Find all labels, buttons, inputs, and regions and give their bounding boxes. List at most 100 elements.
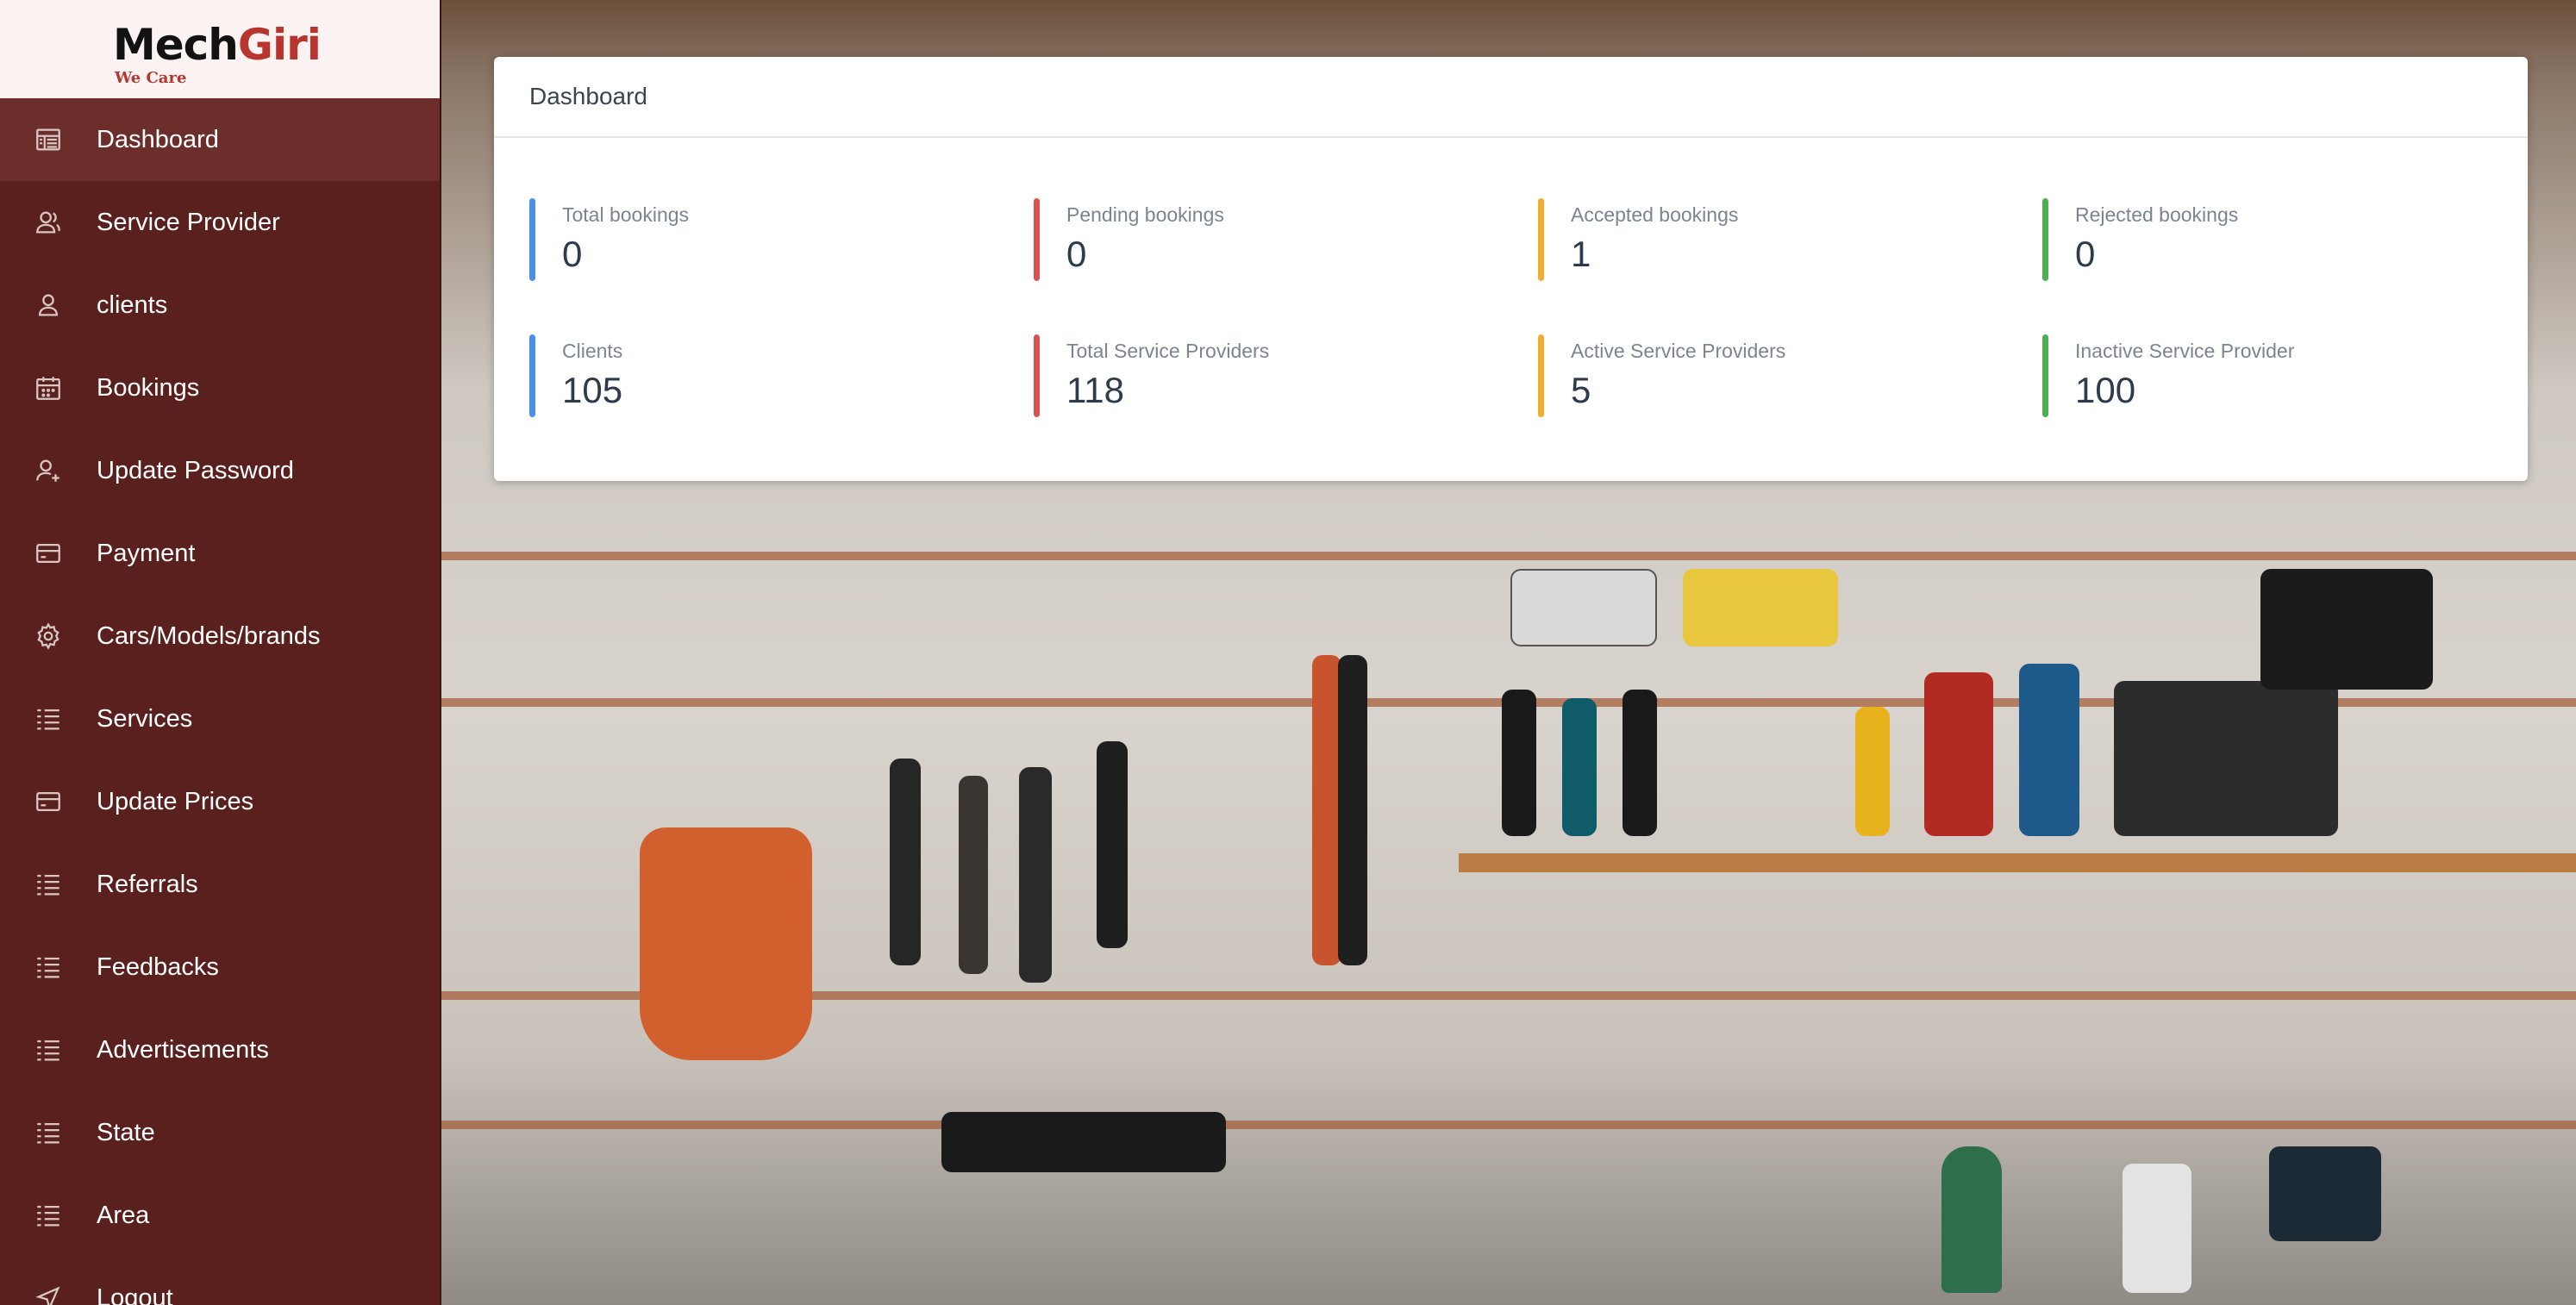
brand-tagline: We Care <box>115 69 187 87</box>
sidebar-item-label: Dashboard <box>97 125 219 153</box>
background-red-toolbox <box>1924 672 1993 836</box>
list-icon <box>33 1117 64 1148</box>
sidebar-item-label: Logout <box>97 1283 173 1305</box>
sidebar-item-dashboard[interactable]: Dashboard <box>0 98 440 181</box>
background-magnet-bar <box>941 1112 1226 1172</box>
sidebar-item-area[interactable]: Area <box>0 1174 440 1257</box>
dashboard-icon <box>33 124 64 155</box>
background-screwdriver <box>1502 690 1536 836</box>
sidebar-item-feedbacks[interactable]: Feedbacks <box>0 926 440 1008</box>
background-green-bottle <box>1941 1146 2002 1293</box>
credit-card-icon <box>33 538 64 569</box>
users-icon <box>33 207 64 238</box>
dashboard-card: Dashboard Total bookings 0 Pending booki… <box>494 57 2528 481</box>
stat-value: 1 <box>1571 234 1591 274</box>
background-black-pliers <box>1338 655 1367 965</box>
sidebar-item-label: Cars/Models/brands <box>97 621 321 650</box>
stat-value: 0 <box>1066 234 1087 274</box>
stat-accent-bar <box>529 198 535 281</box>
sidebar-item-services[interactable]: Services <box>0 677 440 760</box>
stat-accent-bar <box>1538 198 1544 281</box>
sidebar-item-clients[interactable]: clients <box>0 264 440 347</box>
background-tool-rack <box>2114 681 2338 836</box>
background-shelf-line <box>441 552 2576 560</box>
background-blue-tool <box>2019 664 2079 836</box>
sidebar-item-advertisements[interactable]: Advertisements <box>0 1008 440 1091</box>
stat-value: 105 <box>562 370 623 410</box>
sidebar-item-label: Bookings <box>97 373 200 402</box>
sidebar-nav: Dashboard Service Provider clients Booki… <box>0 98 440 1305</box>
sidebar-item-label: Update Prices <box>97 787 254 815</box>
brand-name: MechGiri <box>113 20 322 70</box>
calendar-icon <box>33 372 64 403</box>
background-tool-handle <box>1097 741 1128 948</box>
stat-accent-bar <box>1538 334 1544 417</box>
sidebar-item-logout[interactable]: Logout <box>0 1257 440 1305</box>
user-icon <box>33 290 64 321</box>
background-picture <box>2269 1146 2381 1241</box>
stat-label: Inactive Service Provider <box>2075 340 2295 362</box>
stat-label: Rejected bookings <box>2075 203 2239 226</box>
sidebar-item-label: Update Password <box>97 456 294 484</box>
background-orange-bucket <box>640 827 812 1060</box>
list-icon <box>33 1200 64 1231</box>
sidebar-item-bookings[interactable]: Bookings <box>0 347 440 429</box>
background-tool-handle <box>1019 767 1052 983</box>
list-icon <box>33 952 64 983</box>
list-icon <box>33 869 64 900</box>
sidebar-item-payment[interactable]: Payment <box>0 512 440 595</box>
stat-value: 5 <box>1571 370 1591 410</box>
brand-logo[interactable]: MechGiri We Care <box>0 0 440 98</box>
sidebar-item-update-password[interactable]: Update Password <box>0 429 440 512</box>
sidebar: MechGiri We Care Dashboard Service Provi… <box>0 0 441 1305</box>
stat-inactive-service-provider[interactable]: Inactive Service Provider 100 <box>2042 334 2525 417</box>
background-screwdriver <box>1562 698 1597 836</box>
stat-value: 0 <box>2075 234 2096 274</box>
card-title: Dashboard <box>494 57 2528 138</box>
stat-accepted-bookings[interactable]: Accepted bookings 1 <box>1538 198 2021 281</box>
background-screwdriver <box>1623 690 1657 836</box>
credit-card-icon <box>33 786 64 817</box>
stat-accent-bar <box>529 334 535 417</box>
background-orange-pliers <box>1312 655 1341 965</box>
stat-active-service-providers[interactable]: Active Service Providers 5 <box>1538 334 2021 417</box>
background-wooden-shelf <box>1459 853 2576 872</box>
sidebar-item-referrals[interactable]: Referrals <box>0 843 440 926</box>
stat-label: Active Service Providers <box>1571 340 1786 362</box>
stats-grid: Total bookings 0 Pending bookings 0 Acce… <box>529 198 2512 474</box>
stat-label: Pending bookings <box>1066 203 1224 226</box>
background-shelf-line <box>441 1121 2576 1129</box>
sidebar-item-label: Service Provider <box>97 208 280 236</box>
stat-pending-bookings[interactable]: Pending bookings 0 <box>1034 198 1516 281</box>
sidebar-item-label: Area <box>97 1201 150 1229</box>
stat-clients[interactable]: Clients 105 <box>529 334 1012 417</box>
stat-label: Total Service Providers <box>1066 340 1270 362</box>
background-sticker <box>1683 569 1838 646</box>
background-sticker <box>1510 569 1657 646</box>
sidebar-item-label: Payment <box>97 539 196 567</box>
stat-accent-bar <box>1034 198 1040 281</box>
stat-rejected-bookings[interactable]: Rejected bookings 0 <box>2042 198 2525 281</box>
background-tool-handle <box>959 776 988 974</box>
sidebar-item-cars-models-brands[interactable]: Cars/Models/brands <box>0 595 440 677</box>
logout-icon <box>33 1283 64 1305</box>
background-sticker <box>2260 569 2433 690</box>
list-icon <box>33 1034 64 1065</box>
gear-icon <box>33 621 64 652</box>
sidebar-item-label: Services <box>97 704 193 733</box>
stat-value: 100 <box>2075 370 2136 410</box>
stat-total-bookings[interactable]: Total bookings 0 <box>529 198 1012 281</box>
background-tool-handle <box>890 759 921 965</box>
sidebar-item-label: State <box>97 1118 155 1146</box>
stat-total-service-providers[interactable]: Total Service Providers 118 <box>1034 334 1516 417</box>
stat-accent-bar <box>2042 198 2048 281</box>
sidebar-item-update-prices[interactable]: Update Prices <box>0 760 440 843</box>
sidebar-item-service-provider[interactable]: Service Provider <box>0 181 440 264</box>
sidebar-item-label: Feedbacks <box>97 952 219 981</box>
sidebar-item-label: clients <box>97 290 168 319</box>
stat-label: Accepted bookings <box>1571 203 1739 226</box>
sidebar-item-state[interactable]: State <box>0 1091 440 1174</box>
background-can <box>2123 1164 2191 1293</box>
background-screwdriver <box>1855 707 1890 836</box>
sidebar-item-label: Advertisements <box>97 1035 269 1064</box>
